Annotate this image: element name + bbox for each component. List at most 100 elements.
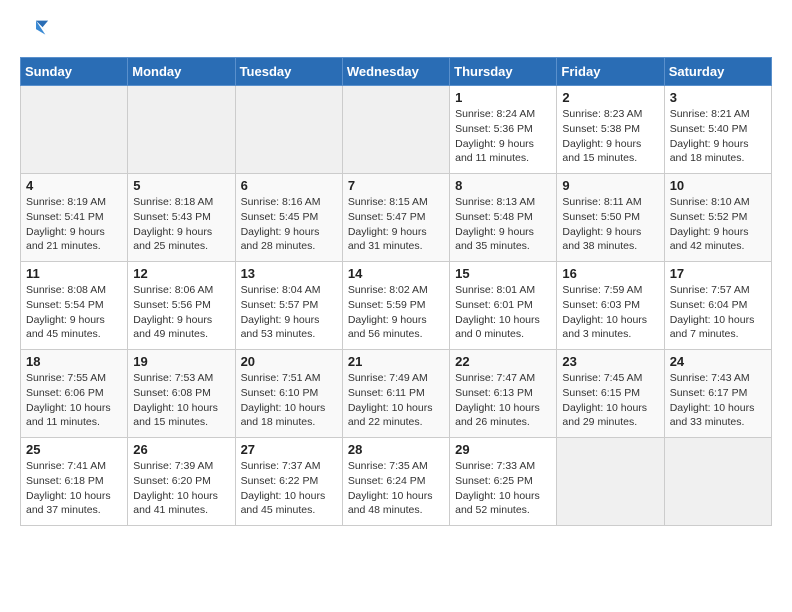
- day-info: Sunrise: 8:23 AM Sunset: 5:38 PM Dayligh…: [562, 107, 658, 166]
- day-number: 1: [455, 90, 551, 105]
- day-info: Sunrise: 7:59 AM Sunset: 6:03 PM Dayligh…: [562, 283, 658, 342]
- day-info: Sunrise: 7:49 AM Sunset: 6:11 PM Dayligh…: [348, 371, 444, 430]
- day-number: 17: [670, 266, 766, 281]
- calendar-cell: 28Sunrise: 7:35 AM Sunset: 6:24 PM Dayli…: [342, 438, 449, 526]
- day-number: 14: [348, 266, 444, 281]
- calendar-cell: 8 Sunrise: 8:13 AM Sunset: 5:48 PM Daylig…: [450, 174, 557, 262]
- calendar-cell: 26 Sunrise: 7:39 AM Sunset: 6:20 PM Dayli…: [128, 438, 235, 526]
- weekday-header-cell: Saturday: [664, 58, 771, 86]
- calendar-cell: 13 Sunrise: 8:04 AM Sunset: 5:57 PM Dayli…: [235, 262, 342, 350]
- day-number: 13: [241, 266, 337, 281]
- calendar-cell: [21, 86, 128, 174]
- calendar-week-row: 4 Sunrise: 8:19 AM Sunset: 5:41 PM Daylig…: [21, 174, 772, 262]
- day-info: Sunrise: 7:43 AM Sunset: 6:17 PM Dayligh…: [670, 371, 766, 430]
- day-number: 19: [133, 354, 229, 369]
- day-number: 2: [562, 90, 658, 105]
- calendar-cell: [664, 438, 771, 526]
- day-number: 16: [562, 266, 658, 281]
- weekday-header-cell: Tuesday: [235, 58, 342, 86]
- logo-text: [20, 16, 50, 49]
- day-number: 18: [26, 354, 122, 369]
- day-info: Sunrise: 8:19 AM Sunset: 5:41 PM Dayligh…: [26, 195, 122, 254]
- calendar-week-row: 18 Sunrise: 7:55 AM Sunset: 6:06 PM Dayli…: [21, 350, 772, 438]
- calendar-body: 1 Sunrise: 8:24 AM Sunset: 5:36 PM Daylig…: [21, 86, 772, 526]
- day-info: Sunrise: 8:15 AM Sunset: 5:47 PM Dayligh…: [348, 195, 444, 254]
- day-info: Sunrise: 7:51 AM Sunset: 6:10 PM Dayligh…: [241, 371, 337, 430]
- calendar-cell: 2 Sunrise: 8:23 AM Sunset: 5:38 PM Daylig…: [557, 86, 664, 174]
- day-info: Sunrise: 7:45 AM Sunset: 6:15 PM Dayligh…: [562, 371, 658, 430]
- weekday-header-cell: Wednesday: [342, 58, 449, 86]
- calendar-cell: 14 Sunrise: 8:02 AM Sunset: 5:59 PM Dayli…: [342, 262, 449, 350]
- calendar-cell: 25Sunrise: 7:41 AM Sunset: 6:18 PM Dayli…: [21, 438, 128, 526]
- day-number: 10: [670, 178, 766, 193]
- day-info: Sunrise: 7:57 AM Sunset: 6:04 PM Dayligh…: [670, 283, 766, 342]
- day-info: Sunrise: 8:01 AM Sunset: 6:01 PM Dayligh…: [455, 283, 551, 342]
- day-info: Sunrise: 7:39 AM Sunset: 6:20 PM Dayligh…: [133, 459, 229, 518]
- calendar-cell: [235, 86, 342, 174]
- day-number: 21: [348, 354, 444, 369]
- weekday-header-cell: Friday: [557, 58, 664, 86]
- day-number: 12: [133, 266, 229, 281]
- calendar-cell: 24Sunrise: 7:43 AM Sunset: 6:17 PM Dayli…: [664, 350, 771, 438]
- day-number: 3: [670, 90, 766, 105]
- day-number: 9: [562, 178, 658, 193]
- day-info: Sunrise: 7:53 AM Sunset: 6:08 PM Dayligh…: [133, 371, 229, 430]
- calendar-cell: 7 Sunrise: 8:15 AM Sunset: 5:47 PM Daylig…: [342, 174, 449, 262]
- calendar-cell: 22 Sunrise: 7:47 AM Sunset: 6:13 PM Dayli…: [450, 350, 557, 438]
- day-number: 8: [455, 178, 551, 193]
- calendar-cell: 4 Sunrise: 8:19 AM Sunset: 5:41 PM Daylig…: [21, 174, 128, 262]
- logo-bird-icon: [22, 16, 50, 44]
- day-info: Sunrise: 8:02 AM Sunset: 5:59 PM Dayligh…: [348, 283, 444, 342]
- day-info: Sunrise: 7:47 AM Sunset: 6:13 PM Dayligh…: [455, 371, 551, 430]
- calendar-cell: 15 Sunrise: 8:01 AM Sunset: 6:01 PM Dayli…: [450, 262, 557, 350]
- day-info: Sunrise: 7:55 AM Sunset: 6:06 PM Dayligh…: [26, 371, 122, 430]
- day-number: 26: [133, 442, 229, 457]
- day-number: 27: [241, 442, 337, 457]
- day-number: 23: [562, 354, 658, 369]
- day-number: 4: [26, 178, 122, 193]
- calendar-week-row: 1 Sunrise: 8:24 AM Sunset: 5:36 PM Daylig…: [21, 86, 772, 174]
- day-number: 5: [133, 178, 229, 193]
- day-info: Sunrise: 7:37 AM Sunset: 6:22 PM Dayligh…: [241, 459, 337, 518]
- calendar-cell: 18 Sunrise: 7:55 AM Sunset: 6:06 PM Dayli…: [21, 350, 128, 438]
- calendar-cell: 1 Sunrise: 8:24 AM Sunset: 5:36 PM Daylig…: [450, 86, 557, 174]
- weekday-header-row: SundayMondayTuesdayWednesdayThursdayFrid…: [21, 58, 772, 86]
- calendar-cell: 6 Sunrise: 8:16 AM Sunset: 5:45 PM Daylig…: [235, 174, 342, 262]
- weekday-header-cell: Sunday: [21, 58, 128, 86]
- day-info: Sunrise: 8:08 AM Sunset: 5:54 PM Dayligh…: [26, 283, 122, 342]
- day-number: 7: [348, 178, 444, 193]
- day-info: Sunrise: 8:24 AM Sunset: 5:36 PM Dayligh…: [455, 107, 551, 166]
- calendar-cell: 10 Sunrise: 8:10 AM Sunset: 5:52 PM Dayli…: [664, 174, 771, 262]
- day-info: Sunrise: 8:11 AM Sunset: 5:50 PM Dayligh…: [562, 195, 658, 254]
- calendar-cell: 3 Sunrise: 8:21 AM Sunset: 5:40 PM Daylig…: [664, 86, 771, 174]
- day-number: 22: [455, 354, 551, 369]
- day-number: 11: [26, 266, 122, 281]
- calendar-cell: 21 Sunrise: 7:49 AM Sunset: 6:11 PM Dayli…: [342, 350, 449, 438]
- day-info: Sunrise: 8:10 AM Sunset: 5:52 PM Dayligh…: [670, 195, 766, 254]
- day-number: 15: [455, 266, 551, 281]
- calendar-cell: 9 Sunrise: 8:11 AM Sunset: 5:50 PM Daylig…: [557, 174, 664, 262]
- calendar-cell: 19 Sunrise: 7:53 AM Sunset: 6:08 PM Dayli…: [128, 350, 235, 438]
- day-info: Sunrise: 8:21 AM Sunset: 5:40 PM Dayligh…: [670, 107, 766, 166]
- day-info: Sunrise: 8:18 AM Sunset: 5:43 PM Dayligh…: [133, 195, 229, 254]
- calendar-table: SundayMondayTuesdayWednesdayThursdayFrid…: [20, 57, 772, 526]
- day-info: Sunrise: 8:13 AM Sunset: 5:48 PM Dayligh…: [455, 195, 551, 254]
- day-number: 6: [241, 178, 337, 193]
- page: SundayMondayTuesdayWednesdayThursdayFrid…: [0, 0, 792, 542]
- logo: [20, 16, 50, 49]
- day-number: 29: [455, 442, 551, 457]
- calendar-cell: 23 Sunrise: 7:45 AM Sunset: 6:15 PM Dayli…: [557, 350, 664, 438]
- calendar-cell: 17 Sunrise: 7:57 AM Sunset: 6:04 PM Dayli…: [664, 262, 771, 350]
- weekday-header-cell: Thursday: [450, 58, 557, 86]
- calendar-cell: 29 Sunrise: 7:33 AM Sunset: 6:25 PM Dayli…: [450, 438, 557, 526]
- calendar-cell: 12 Sunrise: 8:06 AM Sunset: 5:56 PM Dayli…: [128, 262, 235, 350]
- day-info: Sunrise: 8:06 AM Sunset: 5:56 PM Dayligh…: [133, 283, 229, 342]
- day-info: Sunrise: 7:33 AM Sunset: 6:25 PM Dayligh…: [455, 459, 551, 518]
- day-info: Sunrise: 8:04 AM Sunset: 5:57 PM Dayligh…: [241, 283, 337, 342]
- header: [20, 16, 772, 49]
- day-info: Sunrise: 7:35 AM Sunset: 6:24 PM Dayligh…: [348, 459, 444, 518]
- calendar-cell: [342, 86, 449, 174]
- day-info: Sunrise: 8:16 AM Sunset: 5:45 PM Dayligh…: [241, 195, 337, 254]
- calendar-cell: 27 Sunrise: 7:37 AM Sunset: 6:22 PM Dayli…: [235, 438, 342, 526]
- calendar-cell: 20Sunrise: 7:51 AM Sunset: 6:10 PM Dayli…: [235, 350, 342, 438]
